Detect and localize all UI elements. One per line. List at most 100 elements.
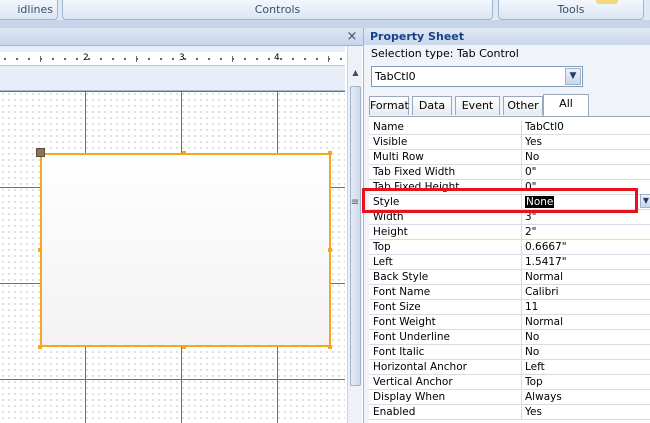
ruler-dot: [28, 58, 30, 60]
property-row-back-style[interactable]: Back Style Normal: [369, 270, 650, 285]
resize-handle[interactable]: [328, 248, 332, 252]
property-row-display-when[interactable]: Display When Always: [369, 390, 650, 405]
splitter-grip-icon[interactable]: ≡: [350, 198, 360, 208]
property-row-vertical-anchor[interactable]: Vertical Anchor Top: [369, 375, 650, 390]
ruler-dot: [76, 58, 78, 60]
property-row-name[interactable]: Name TabCtl0: [369, 120, 650, 135]
property-value[interactable]: No: [525, 330, 650, 345]
property-grid: Name TabCtl0 Visible Yes Multi Row No Ta…: [369, 116, 650, 423]
tab-all[interactable]: All: [543, 94, 589, 116]
property-value[interactable]: Calibri: [525, 285, 650, 300]
object-selector-value: TabCtl0: [375, 70, 416, 83]
ruler-dot: [196, 58, 198, 60]
property-row-top[interactable]: Top 0.6667": [369, 240, 650, 255]
resize-handle[interactable]: [328, 345, 332, 349]
property-row-left[interactable]: Left 1.5417": [369, 255, 650, 270]
ruler-dot: [16, 58, 18, 60]
property-row-horizontal-anchor[interactable]: Horizontal Anchor Left: [369, 360, 650, 375]
property-value[interactable]: Normal: [525, 270, 650, 285]
property-value[interactable]: 0.6667": [525, 240, 650, 255]
property-value[interactable]: 11: [525, 300, 650, 315]
property-row-tab-fixed-height[interactable]: Tab Fixed Height 0": [369, 180, 650, 195]
ribbon-group-tools[interactable]: Tools: [498, 0, 644, 20]
property-row-width[interactable]: Width 3": [369, 210, 650, 225]
object-selector[interactable]: TabCtl0 ▼: [371, 66, 583, 87]
property-value[interactable]: No: [525, 345, 650, 360]
property-value[interactable]: Normal: [525, 315, 650, 330]
ruler-dot: [112, 58, 114, 60]
ruler-dot: [100, 58, 102, 60]
ruler-dot: [184, 58, 186, 60]
vertical-scrollbar[interactable]: ▲: [347, 46, 362, 423]
move-handle[interactable]: [36, 148, 45, 157]
ruler-dot: [208, 58, 210, 60]
tools-icon: [596, 0, 618, 4]
property-name: Visible: [369, 135, 522, 150]
property-name: Multi Row: [369, 150, 522, 165]
property-row-multi-row[interactable]: Multi Row No: [369, 150, 650, 165]
design-header-bar: ×: [0, 28, 363, 46]
property-row-font-size[interactable]: Font Size 11: [369, 300, 650, 315]
ribbon: idlines Controls Tools: [0, 0, 650, 22]
chevron-down-icon[interactable]: ▼: [565, 68, 581, 85]
ribbon-group-gridlines[interactable]: idlines: [0, 0, 58, 20]
resize-handle[interactable]: [38, 248, 42, 252]
property-value[interactable]: Left: [525, 360, 650, 375]
selection-type-label: Selection type: Tab Control: [371, 47, 519, 60]
property-value[interactable]: Yes: [525, 135, 650, 150]
property-row-visible[interactable]: Visible Yes: [369, 135, 650, 150]
property-value[interactable]: Top: [525, 375, 650, 390]
scroll-up-icon[interactable]: ▲: [349, 66, 362, 80]
ruler-dot: [256, 58, 258, 60]
property-name: Font Weight: [369, 315, 522, 330]
tab-event[interactable]: Event: [455, 96, 500, 115]
tab-other[interactable]: Other: [503, 96, 543, 115]
chevron-down-icon[interactable]: ▼: [640, 194, 650, 208]
property-row-enabled[interactable]: Enabled Yes: [369, 405, 650, 420]
property-row-font-italic[interactable]: Font Italic No: [369, 345, 650, 360]
scrollbar-thumb[interactable]: [350, 86, 361, 386]
property-name: Font Name: [369, 285, 522, 300]
tab-control[interactable]: [40, 153, 331, 347]
tab-data[interactable]: Data: [412, 96, 452, 115]
property-tabs: Format Data Event Other All: [369, 94, 649, 116]
property-value[interactable]: 3": [525, 210, 650, 225]
resize-handle[interactable]: [328, 151, 332, 155]
property-row-style[interactable]: Style None: [369, 195, 650, 210]
tab-format[interactable]: Format: [369, 96, 409, 115]
property-name: Width: [369, 210, 522, 225]
property-name: Left: [369, 255, 522, 270]
ribbon-divider: [0, 20, 650, 28]
property-value[interactable]: 1.5417": [525, 255, 650, 270]
property-value-selected[interactable]: None: [525, 195, 650, 210]
property-name: Tab Fixed Width: [369, 165, 522, 180]
property-row-height[interactable]: Height 2": [369, 225, 650, 240]
ribbon-group-controls[interactable]: Controls: [62, 0, 493, 20]
close-icon[interactable]: ×: [345, 28, 359, 46]
property-row-font-underline[interactable]: Font Underline No: [369, 330, 650, 345]
resize-handle[interactable]: [182, 151, 186, 155]
property-value[interactable]: TabCtl0: [525, 120, 650, 135]
property-row-font-weight[interactable]: Font Weight Normal: [369, 315, 650, 330]
property-value[interactable]: No: [525, 150, 650, 165]
property-sheet: Property Sheet Selection type: Tab Contr…: [363, 28, 650, 423]
ruler-dot: [88, 58, 90, 60]
ruler-dot: [220, 58, 222, 60]
property-name: Font Underline: [369, 330, 522, 345]
property-value[interactable]: Yes: [525, 405, 650, 420]
property-name: Style: [369, 195, 522, 210]
property-name: Back Style: [369, 270, 522, 285]
property-value[interactable]: 2": [525, 225, 650, 240]
resize-handle[interactable]: [182, 345, 186, 349]
selected-value-text[interactable]: None: [525, 196, 555, 208]
ruler-dot: [316, 58, 318, 60]
ruler-dot: [304, 58, 306, 60]
property-value[interactable]: 0": [525, 180, 650, 195]
ruler-dot: [172, 58, 174, 60]
resize-handle[interactable]: [38, 345, 42, 349]
ruler-dot: [160, 58, 162, 60]
property-row-font-name[interactable]: Font Name Calibri: [369, 285, 650, 300]
property-value[interactable]: 0": [525, 165, 650, 180]
property-value[interactable]: Always: [525, 390, 650, 405]
property-row-tab-fixed-width[interactable]: Tab Fixed Width 0": [369, 165, 650, 180]
